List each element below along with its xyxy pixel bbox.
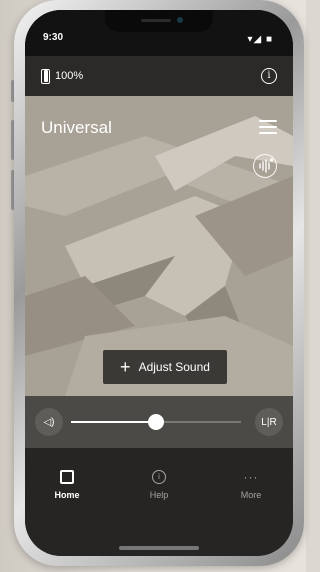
notch <box>105 10 213 32</box>
tab-more-label: More <box>240 490 262 500</box>
volume-slider-track[interactable] <box>71 414 241 430</box>
home-icon <box>37 468 97 486</box>
sound-wave-icon[interactable] <box>253 154 277 178</box>
speaker-grille <box>141 19 171 22</box>
tab-more[interactable]: ··· More <box>221 468 281 500</box>
balance-button[interactable]: L|R <box>255 408 283 436</box>
tab-help-label: Help <box>149 490 169 500</box>
tab-help[interactable]: i Help <box>129 468 189 500</box>
sound-wave-glyph <box>259 158 274 173</box>
program-name: Universal <box>41 118 112 137</box>
adjust-sound-label: Adjust Sound <box>138 360 210 374</box>
info-icon: i <box>129 468 189 486</box>
front-camera <box>177 17 183 23</box>
volume-slider-fill <box>71 421 156 423</box>
battery-percentage: 100% <box>55 70 84 82</box>
adjust-sound-button[interactable]: + Adjust Sound <box>103 350 227 384</box>
battery-icon <box>41 69 50 84</box>
volume-control: ◁) L|R <box>25 396 293 448</box>
bottom-tab-bar: Home i Help ··· More <box>25 448 293 556</box>
clock: 9:30 <box>43 32 64 43</box>
tab-home[interactable]: Home <box>37 468 97 500</box>
more-glyph: ··· <box>243 470 259 484</box>
info-icon[interactable]: i <box>261 68 277 84</box>
more-icon: ··· <box>221 468 281 486</box>
tab-home-label: Home <box>54 490 80 500</box>
menu-icon[interactable] <box>259 120 277 134</box>
home-indicator <box>119 546 199 550</box>
signal-icon: ▾◢ ■ <box>247 34 273 45</box>
volume-slider-thumb[interactable] <box>148 414 164 430</box>
plus-icon: + <box>120 357 131 377</box>
device-status-bar: 100% i <box>25 56 293 96</box>
help-glyph: i <box>152 470 166 484</box>
phone-screen: 9:30 ▾◢ ■ 100% i Universal + Adjust Soun… <box>25 10 293 556</box>
status-bar: 9:30 ▾◢ ■ <box>25 10 293 56</box>
speaker-icon[interactable]: ◁) <box>35 408 63 436</box>
program-hero: Universal + Adjust Sound <box>25 96 293 396</box>
battery-fill <box>43 70 48 82</box>
